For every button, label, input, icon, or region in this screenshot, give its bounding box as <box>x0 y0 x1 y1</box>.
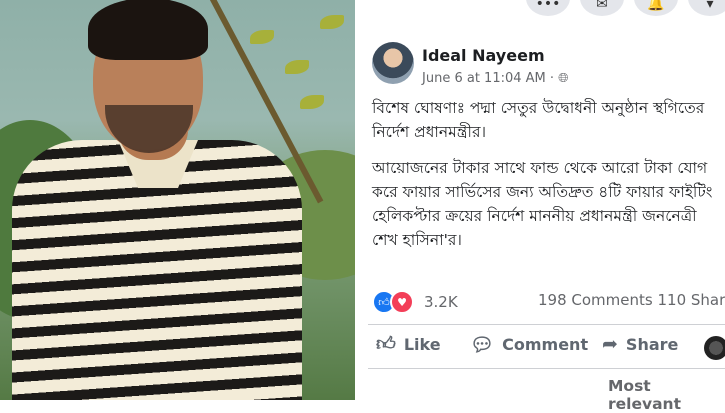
facebook-post: ••• ✉ 🔔 ▾ Ideal Nayeem June 6 at 11:04 A… <box>358 0 725 400</box>
separator-dot: · <box>550 71 558 86</box>
like-label: Like <box>404 335 441 354</box>
comments-count[interactable]: 198 Comments <box>538 291 653 309</box>
globe-icon: 🌐︎ <box>558 71 568 86</box>
post-timestamp[interactable]: June 6 at 11:04 AM <box>422 71 546 86</box>
ellipsis-icon: ••• <box>536 0 561 12</box>
comment-button[interactable]: 💬︎ Comment <box>470 333 588 356</box>
leaf <box>285 60 309 74</box>
viewer-avatar[interactable] <box>704 336 725 360</box>
share-icon: ➦ <box>602 333 618 355</box>
shares-count[interactable]: 110 Share <box>658 291 725 309</box>
bell-icon: 🔔 <box>647 0 664 12</box>
divider <box>368 368 725 369</box>
notifications-button[interactable]: 🔔 <box>634 0 678 16</box>
more-options-button[interactable]: ••• <box>526 0 570 16</box>
author-avatar[interactable] <box>372 42 414 84</box>
post-paragraph: বিশেষ ঘোষণাঃ পদ্মা সেতুর উদ্বোধনী অনুষ্ঠ… <box>372 96 724 144</box>
comment-sort-dropdown[interactable]: Most relevant <box>608 377 725 413</box>
author-name[interactable]: Ideal Nayeem <box>422 46 545 65</box>
messenger-button[interactable]: ✉ <box>580 0 624 16</box>
sort-label: Most relevant <box>608 377 681 413</box>
post-meta: June 6 at 11:04 AM · 🌐︎ <box>422 71 569 86</box>
love-reaction-icon: ♥ <box>390 290 414 314</box>
leaf <box>250 30 274 44</box>
divider <box>368 324 725 325</box>
reaction-count: 3.2K <box>424 293 458 311</box>
chevron-down-icon: ▾ <box>706 0 713 12</box>
hair <box>88 0 208 60</box>
messenger-icon: ✉ <box>596 0 608 12</box>
post-text: বিশেষ ঘোষণাঃ পদ্মা সেতুর উদ্বোধনী অনুষ্ঠ… <box>372 96 724 264</box>
like-button[interactable]: 👍︎ Like <box>376 333 441 356</box>
profile-photo <box>0 0 355 400</box>
share-label: Share <box>626 335 678 354</box>
post-paragraph: আয়োজনের টাকার সাথে ফান্ড থেকে আরো টাকা … <box>372 156 724 252</box>
account-button[interactable]: ▾ <box>688 0 725 16</box>
share-button[interactable]: ➦ Share <box>602 333 678 355</box>
post-actions: 👍︎ Like 💬︎ Comment ➦ Share <box>358 333 725 365</box>
thumbs-up-icon: 👍︎ <box>376 333 396 356</box>
leaf <box>300 95 324 109</box>
comment-label: Comment <box>502 335 588 354</box>
comment-icon: 💬︎ <box>470 333 494 356</box>
leaf <box>320 15 344 29</box>
reaction-summary[interactable]: 👍︎ ♥ 3.2K <box>372 290 458 314</box>
engagement-stats: 198 Comments 110 Share <box>538 291 725 309</box>
